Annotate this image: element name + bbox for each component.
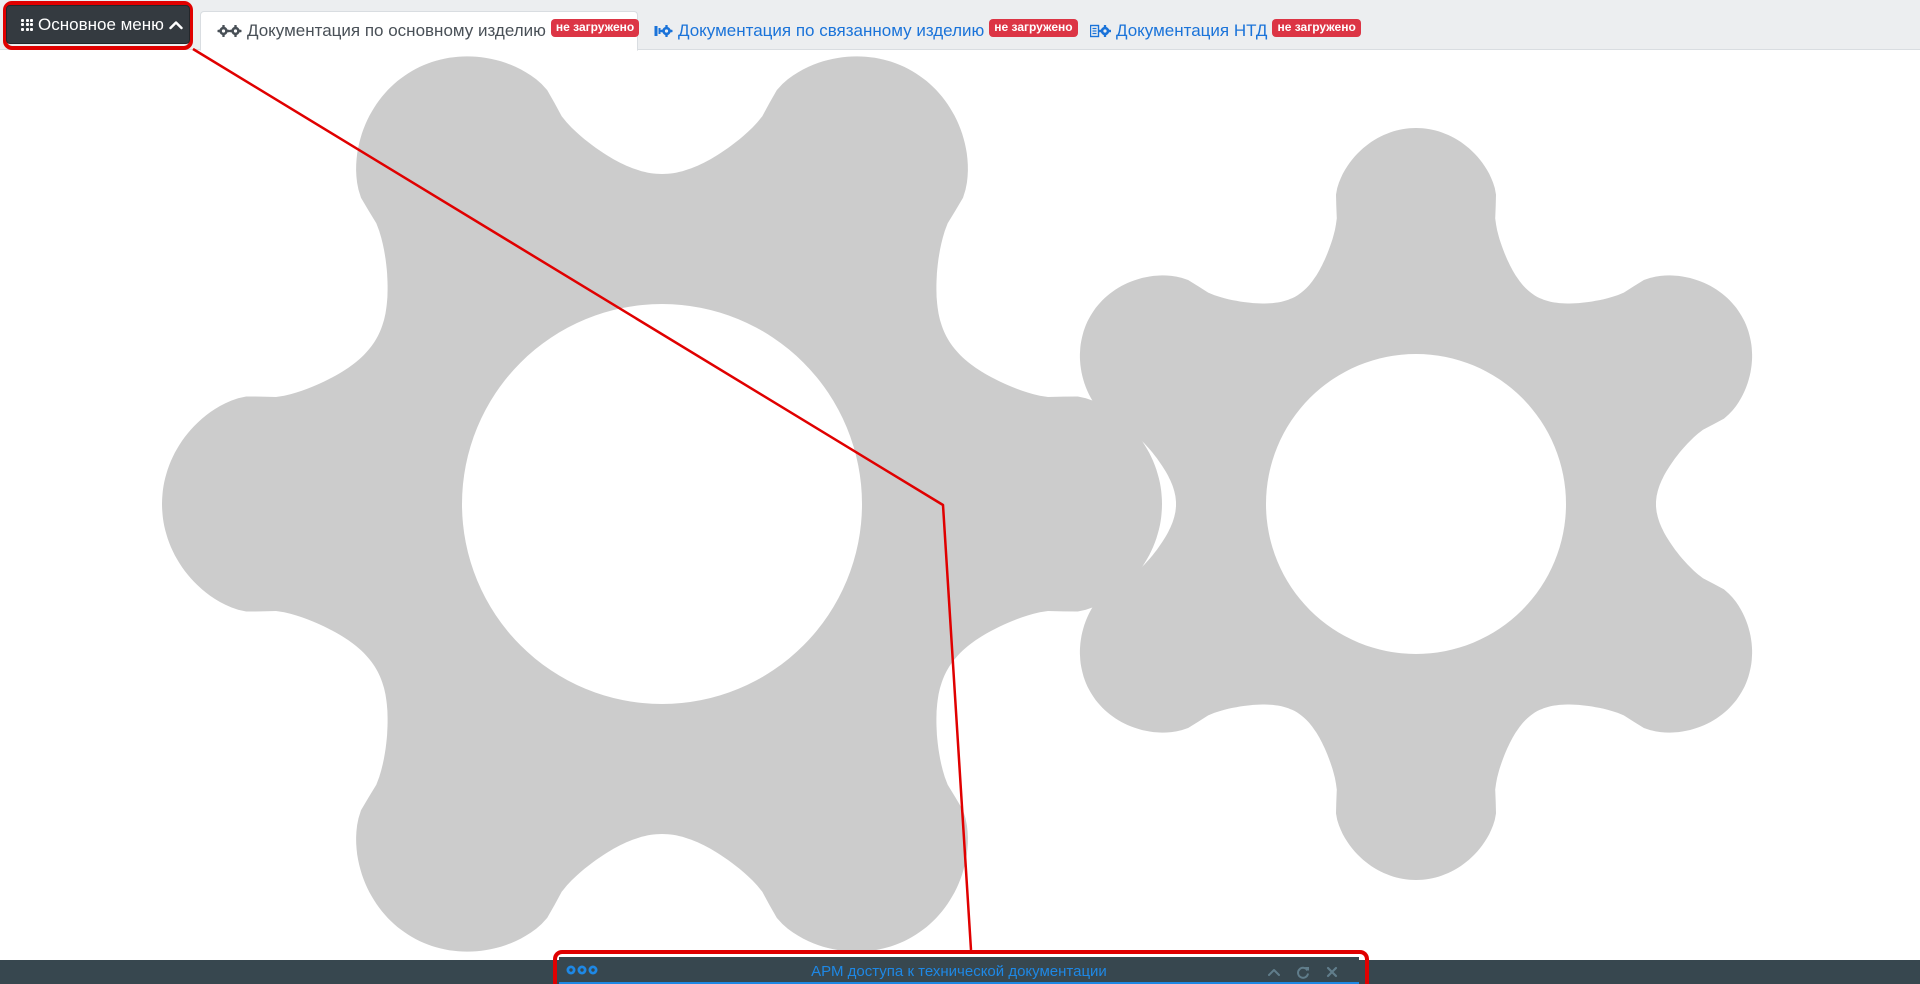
apps-grid-icon — [21, 18, 33, 31]
tab-main-product-docs[interactable]: Документация по основному изделию не заг… — [200, 11, 640, 51]
status-badge: не загружено — [1272, 19, 1361, 37]
linked-gear-icon — [654, 24, 674, 38]
chevron-up-icon — [169, 20, 183, 29]
main-menu-button[interactable]: Основное меню — [6, 5, 190, 44]
top-tab-bar: Основное меню Документация по основному … — [0, 0, 1920, 51]
tab-linked-product-docs[interactable]: Документация по связанному изделию не за… — [638, 11, 1094, 51]
status-badge: не загружено — [550, 19, 640, 37]
small-gear-icon — [1079, 128, 1753, 880]
book-gear-icon — [1090, 24, 1112, 38]
tab-ntd-docs[interactable]: Документация НТД не загружено — [1074, 11, 1377, 51]
tab-linked-product-docs-label: Документация по связанному изделию — [678, 21, 985, 40]
main-menu-label: Основное меню — [38, 14, 164, 34]
app-root: Основное меню Документация по основному … — [0, 0, 1920, 984]
gears-icon — [217, 24, 243, 38]
bottom-panel-highlight — [553, 950, 1369, 984]
gears-background — [162, 56, 1753, 952]
large-gear-icon — [162, 56, 1162, 952]
status-badge: не загружено — [989, 19, 1078, 37]
tab-ntd-docs-label: Документация НТД — [1116, 21, 1268, 40]
tab-main-product-docs-label: Документация по основному изделию — [247, 21, 546, 40]
